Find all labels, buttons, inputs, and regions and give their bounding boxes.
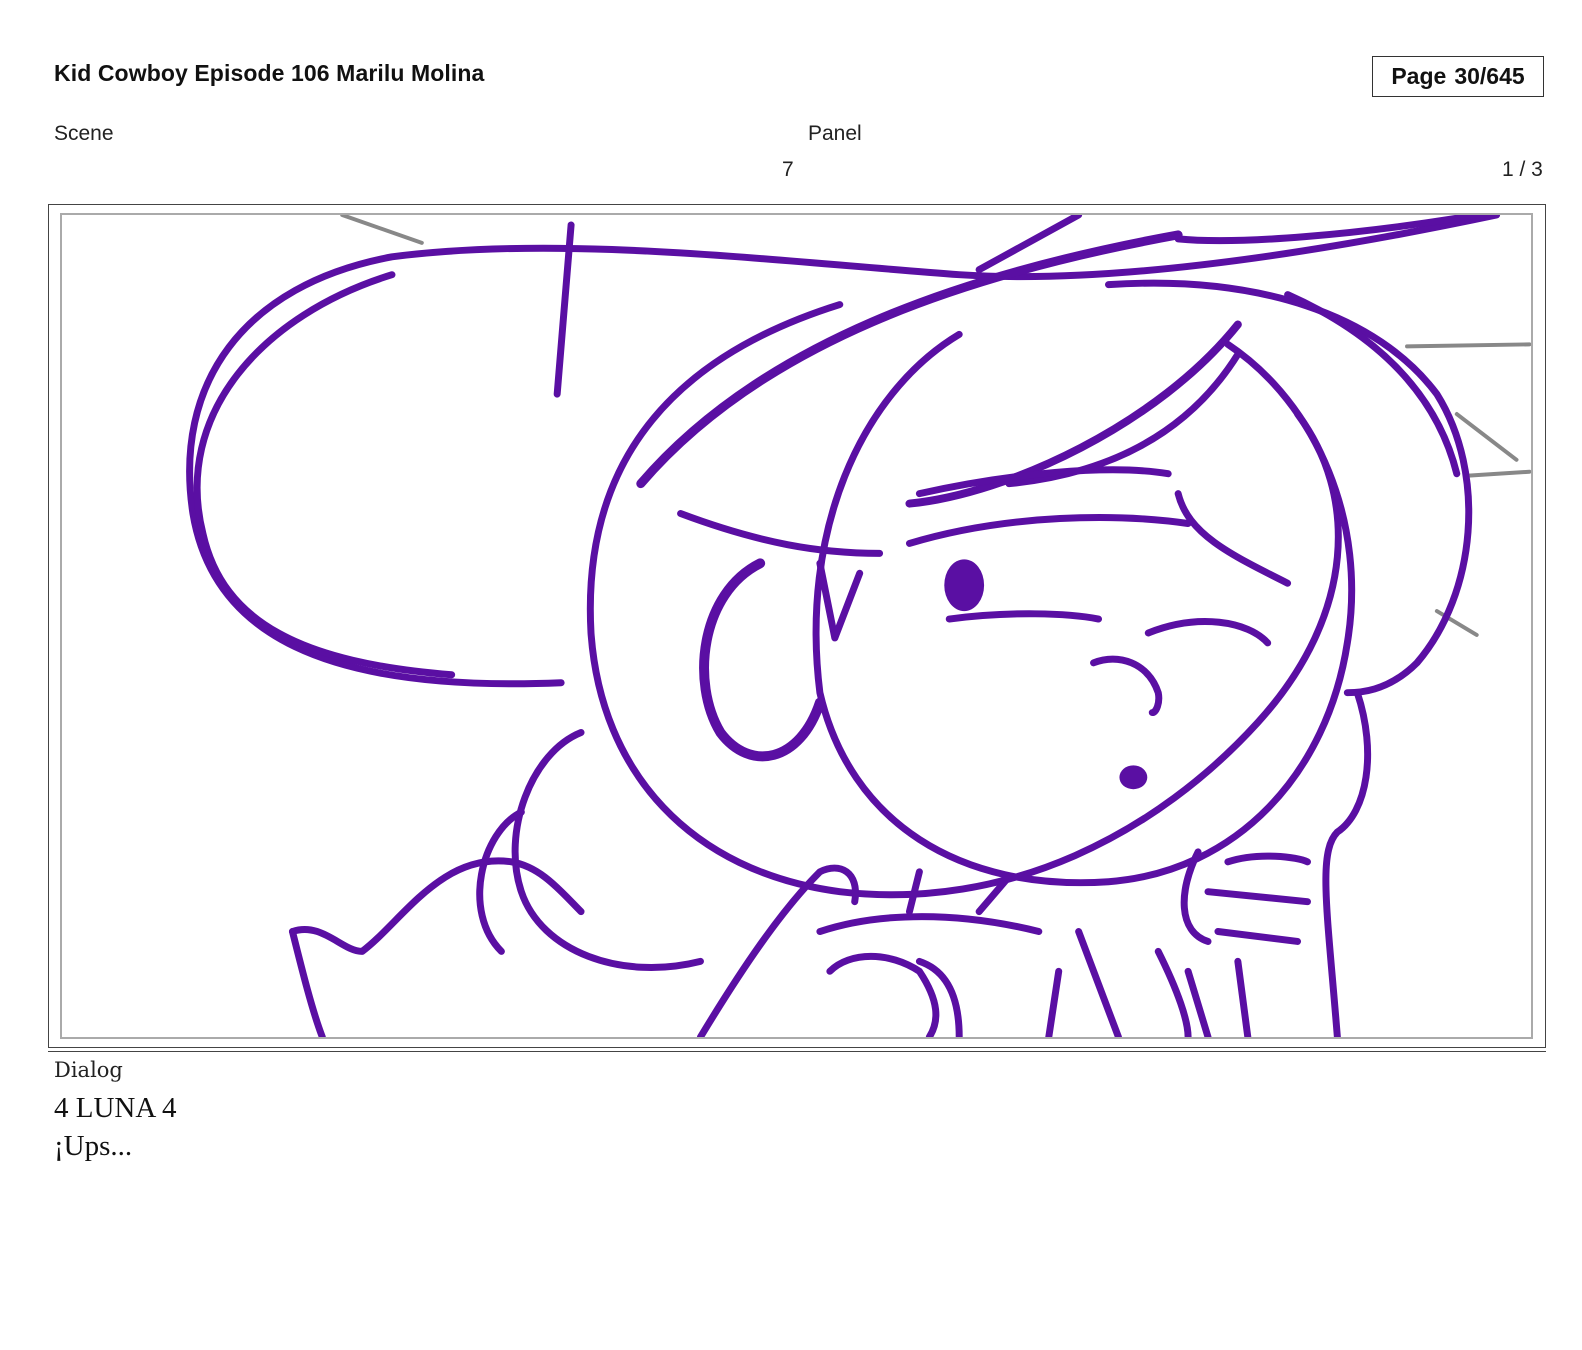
panel-value: 1 / 3: [1502, 158, 1543, 181]
scene-value: 7: [782, 158, 794, 181]
document-title: Kid Cowboy Episode 106 Marilu Molina: [54, 60, 485, 86]
panel-label: Panel: [808, 122, 862, 145]
page-label: Page: [1391, 63, 1447, 89]
page-counter: Page 30/645: [1372, 56, 1544, 97]
dialog-line-speaker: 4 LUNA 4: [54, 1092, 177, 1124]
scene-label: Scene: [54, 122, 114, 145]
sketch-strokes: [186, 215, 1501, 1037]
storyboard-panel: [48, 204, 1546, 1048]
page-value: 30/645: [1454, 63, 1525, 89]
dialog-line-text: ¡Ups...: [54, 1130, 133, 1162]
panel-divider: [48, 1051, 1546, 1052]
dialog-label: Dialog: [54, 1058, 123, 1082]
storyboard-sketch: [186, 215, 1531, 1037]
panel-image: [60, 213, 1533, 1039]
